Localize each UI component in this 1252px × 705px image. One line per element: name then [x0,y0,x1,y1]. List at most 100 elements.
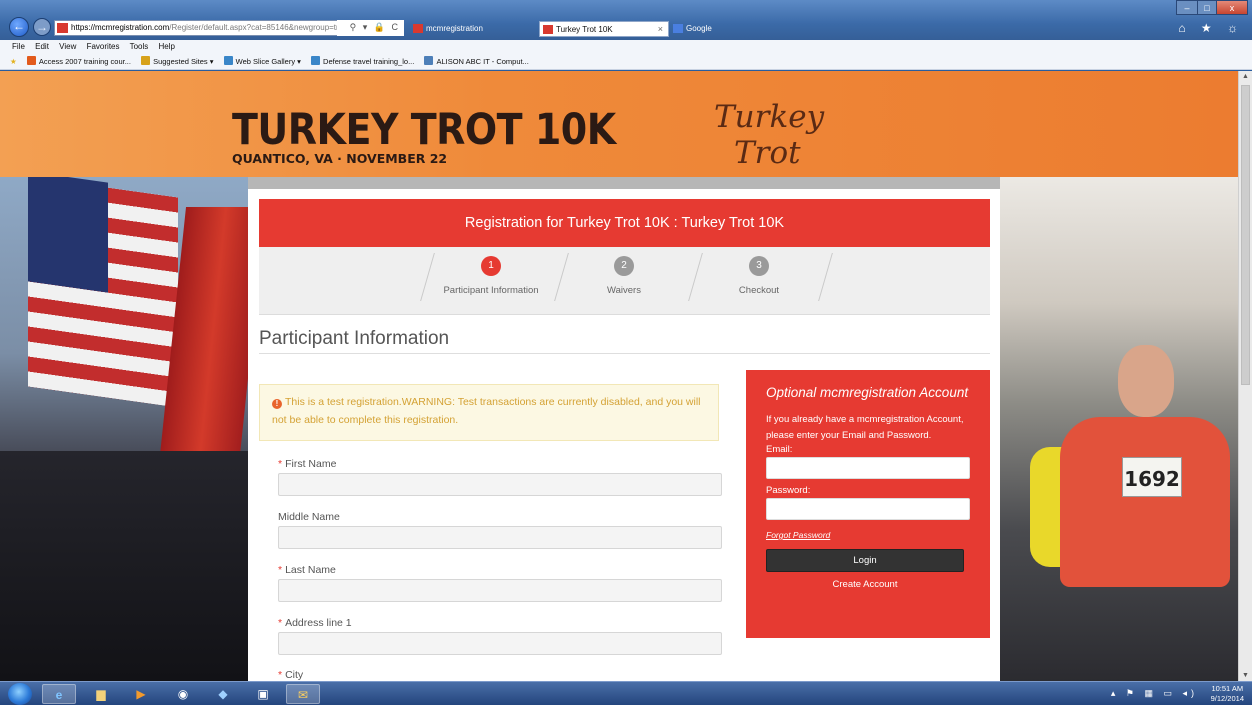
runner-head [1118,345,1174,417]
forward-button[interactable]: → [33,18,51,36]
section-title: Participant Information [259,328,450,349]
home-favorites-settings-icons[interactable]: ⌂ ★ ☼ [1178,21,1244,35]
taskbar-hp[interactable]: ◉ [166,684,200,704]
url-host: https://mcmregistration.com [71,23,170,32]
step-number: 1 [481,256,501,276]
office-icon [26,56,36,65]
tab-close-icon[interactable]: × [658,22,663,36]
required-marker: * [278,458,283,470]
runner-orange-shirt [1060,417,1230,587]
favorites-bar: ★ Access 2007 training cour... Suggested… [0,54,1252,70]
taskbar-app-6[interactable]: ▣ [246,684,280,704]
banner-subtitle: QUANTICO, VA · NOVEMBER 22 [232,151,448,166]
folder-icon: ▆ [96,687,106,701]
outlook-icon: ✉ [297,688,309,702]
marines-flag-photo [0,177,248,681]
password-field[interactable] [766,498,970,520]
scroll-up-icon[interactable]: ▲ [1242,73,1249,80]
book-icon: ◆ [218,687,228,701]
event-banner: TURKEY TROT 10K QUANTICO, VA · NOVEMBER … [0,71,1238,177]
step-label: Participant Information [443,285,539,296]
browser-titlebar: ← → https://mcmregistration.com/Register… [0,0,1252,40]
favorite-defense-travel[interactable]: Defense travel training_lo... [311,54,414,69]
section-divider [259,353,990,354]
maximize-button[interactable]: □ [1197,0,1217,15]
taskbar-clock[interactable]: 10:51 AM 9/12/2014 [1211,684,1244,704]
required-marker: * [278,669,283,681]
turkey-trot-logo: Turkey Trot [714,99,825,168]
runners-photo: 1692 [1000,177,1238,681]
tab-google[interactable]: Google [670,21,800,37]
step-number: 2 [614,256,634,276]
page-viewport: TURKEY TROT 10K QUANTICO, VA · NOVEMBER … [0,71,1238,681]
favorite-suggested-sites[interactable]: Suggested Sites ▾ [141,54,214,69]
site-favicon-icon [413,24,423,33]
last-name-label: * Last Name [278,564,336,576]
step-participant-information[interactable]: 1 Participant Information [424,247,558,315]
ie-page-icon [311,56,321,65]
required-marker: * [278,617,283,629]
favorite-access-training[interactable]: Access 2007 training cour... [26,54,131,69]
taskbar-app-5[interactable]: ◆ [206,684,240,704]
minimize-button[interactable]: – [1176,0,1198,15]
logo-line-2: Trot [734,135,801,168]
required-marker: * [278,564,283,576]
first-name-input[interactable] [278,473,722,496]
menu-file[interactable]: File [12,42,25,51]
first-name-label: * First Name [278,458,337,470]
account-panel-title: Optional mcmregistration Account [766,385,969,400]
step-checkout[interactable]: 3 Checkout [692,247,826,315]
tab-label: Google [686,24,712,33]
back-button[interactable]: ← [9,17,29,37]
suggested-sites-icon [141,56,151,65]
site-favicon-icon [543,25,553,34]
taskbar-internet-explorer[interactable]: e [42,684,76,704]
address-line-1-input[interactable] [278,632,722,655]
arrow-left-icon: ← [13,19,25,33]
step-waivers[interactable]: 2 Waivers [557,247,691,315]
scroll-down-icon[interactable]: ▼ [1242,672,1249,679]
forgot-password-link[interactable]: Forgot Password [766,530,970,540]
taskbar-app-7[interactable]: ✉ [286,684,320,704]
menu-view[interactable]: View [59,42,76,51]
warning-text: This is a test registration.WARNING: Tes… [272,396,701,426]
scrollbar-thumb[interactable] [1241,85,1250,385]
email-label: Email: [766,444,793,455]
address-tools-icons[interactable]: ⚲ ▾ 🔒 C [337,20,404,36]
window-controls: – □ x [1176,0,1248,15]
windows-taskbar: e ▆ ▶ ◉ ◆ ▣ ✉ ▴ ⚑ ▦ ▭ ◂) 10:51 AM 9/12/2… [0,681,1252,705]
email-field[interactable] [766,457,970,479]
middle-name-input[interactable] [278,526,722,549]
step-number: 3 [749,256,769,276]
create-account-link[interactable]: Create Account [766,579,964,590]
google-favicon-icon [673,24,683,33]
favorite-alison[interactable]: ALISON ABC IT - Comput... [424,54,529,69]
menu-tools[interactable]: Tools [130,42,149,51]
page-scrollbar[interactable]: ▲ ▼ [1238,71,1252,681]
login-button[interactable]: Login [766,549,964,572]
last-name-input[interactable] [278,579,722,602]
menu-edit[interactable]: Edit [35,42,49,51]
close-window-button[interactable]: x [1216,0,1248,15]
logo-line-1: Turkey [714,99,825,135]
window-icon: ▣ [257,687,269,701]
system-tray-icons[interactable]: ▴ ⚑ ▦ ▭ ◂) [1111,688,1198,699]
favorites-star-icon[interactable]: ★ [10,54,17,69]
registration-steps: 1 Participant Information 2 Waivers 3 Ch… [259,247,990,315]
password-label: Password: [766,485,811,496]
alison-icon [424,56,434,65]
ie-icon: e [55,688,63,702]
taskbar-media-player[interactable]: ▶ [124,684,158,704]
taskbar-file-explorer[interactable]: ▆ [84,684,118,704]
tab-mcmregistration[interactable]: mcmregistration [410,21,535,37]
hp-icon: ◉ [177,687,189,701]
start-button[interactable] [8,683,32,705]
menu-favorites[interactable]: Favorites [87,42,120,51]
tab-label: mcmregistration [426,24,483,33]
menu-help[interactable]: Help [159,42,175,51]
step-label: Checkout [738,285,780,296]
us-flag-canton [28,177,108,293]
favorite-web-slice-gallery[interactable]: Web Slice Gallery ▾ [223,54,301,69]
account-panel-description: If you already have a mcmregistration Ac… [766,414,964,441]
tab-turkey-trot[interactable]: Turkey Trot 10K × [539,21,669,37]
